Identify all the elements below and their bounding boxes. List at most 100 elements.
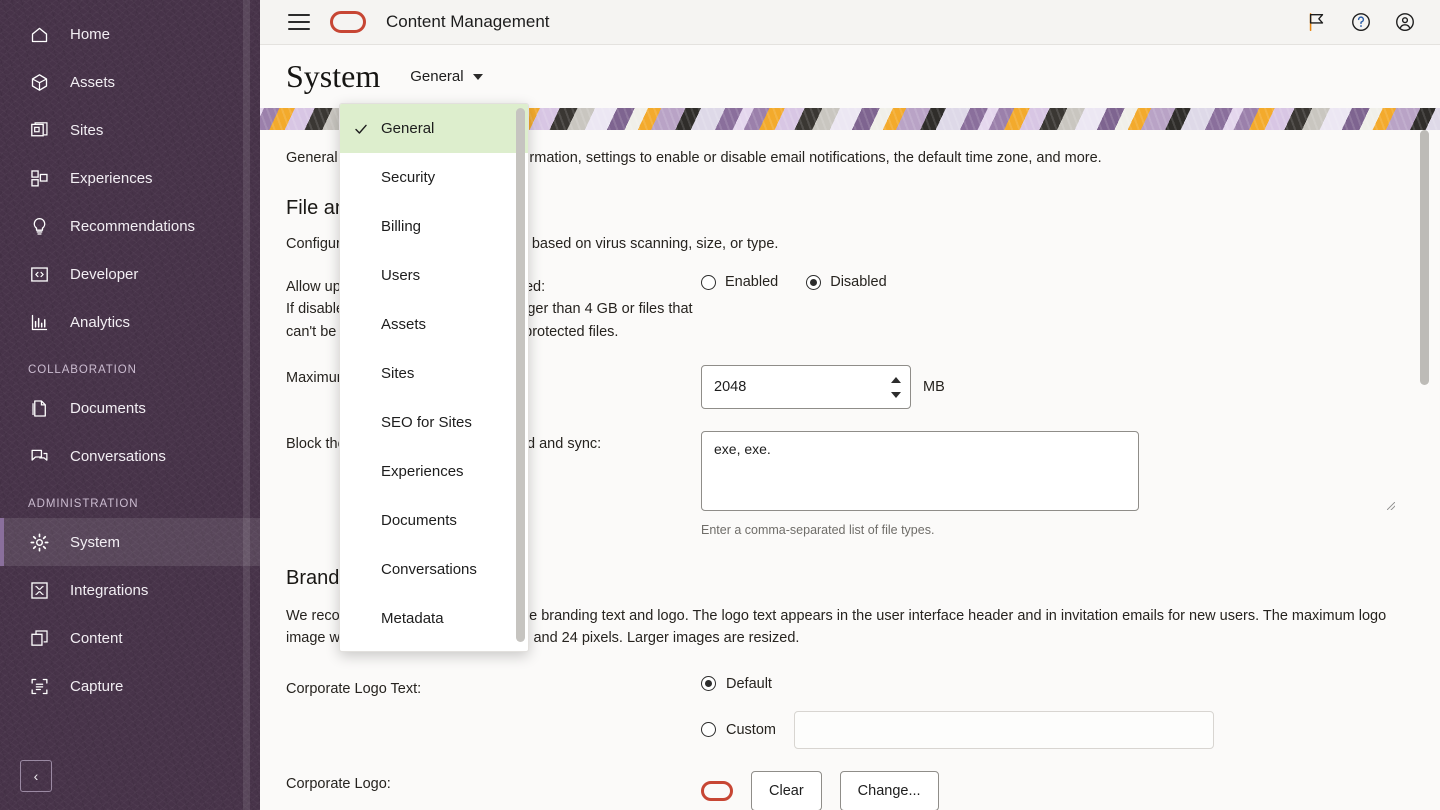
documents-icon [28, 397, 50, 419]
help-icon[interactable] [1350, 11, 1372, 33]
radio-default-label: Default [726, 675, 772, 692]
change-logo-button[interactable]: Change... [839, 770, 939, 810]
dropdown-item-label: General [381, 120, 435, 137]
radio-logo-text-default[interactable] [701, 676, 716, 692]
blocked-file-types-input[interactable] [701, 431, 1139, 512]
account-icon[interactable] [1394, 11, 1416, 33]
conversations-icon [28, 445, 50, 467]
stepper-arrows[interactable] [891, 366, 901, 408]
dropdown-item-documents[interactable]: Documents [340, 496, 528, 545]
main-scrollbar[interactable] [1414, 130, 1436, 810]
dropdown-scrollbar[interactable] [516, 108, 525, 649]
top-bar-actions [1306, 11, 1416, 33]
hamburger-bar [288, 14, 310, 16]
sidebar: Home Assets Sites Experiences Recommendation… [0, 0, 260, 810]
dropdown-item-label: Users [381, 267, 421, 284]
dropdown-item-label: Experiences [381, 463, 464, 480]
sidebar-item-documents[interactable]: Documents [0, 384, 260, 432]
dropdown-item-metadata[interactable]: Metadata [340, 594, 528, 643]
scope-dropdown-list: General Security Billing Users Assets Sites SE… [340, 104, 528, 643]
sidebar-item-label: Recommendations [70, 217, 196, 235]
hamburger-bar [288, 28, 310, 30]
sidebar-item-conversations[interactable]: Conversations [0, 432, 260, 480]
dropdown-item-security[interactable]: Security [340, 153, 528, 202]
sidebar-item-integrations[interactable]: Integrations [0, 566, 260, 614]
max-file-size-stepper[interactable]: 2048 [701, 365, 911, 410]
dropdown-item-label: SEO for Sites [381, 414, 472, 431]
dropdown-item-billing[interactable]: Billing [340, 202, 528, 251]
cube-icon [28, 71, 50, 93]
blocked-file-types-hint: Enter a comma-separated list of file typ… [701, 523, 935, 538]
virus-scan-radio-group: Enabled Disabled [701, 274, 1400, 290]
sidebar-item-label: Conversations [70, 447, 166, 465]
scope-dropdown-button[interactable]: General [410, 68, 483, 85]
corporate-logo-text-label: Corporate Logo Text: [286, 680, 422, 697]
dropdown-item-label: Sites [381, 365, 415, 382]
radio-option-enabled[interactable]: Enabled [701, 274, 778, 290]
dropdown-item-label: Security [381, 169, 436, 186]
sidebar-item-label: Home [70, 25, 111, 43]
chevron-down-icon [472, 73, 483, 80]
sidebar-nav: Home Assets Sites Experiences Recommendation… [0, 0, 260, 710]
sidebar-group-label: ADMINISTRATION [28, 498, 139, 510]
sidebar-item-label: Developer [70, 265, 139, 283]
corporate-logo-preview [701, 780, 733, 801]
sidebar-item-label: Analytics [70, 313, 131, 331]
stepper-up-icon[interactable] [891, 376, 901, 383]
sidebar-item-assets[interactable]: Assets [0, 58, 260, 106]
scope-dropdown-menu[interactable]: General Security Billing Users Assets Sites SE… [339, 103, 529, 652]
sidebar-item-home[interactable]: Home [0, 10, 260, 58]
dropdown-item-seo-for-sites[interactable]: SEO for Sites [340, 398, 528, 447]
corporate-logo-row: Corporate Logo: Clear Change... [286, 770, 1400, 810]
chart-icon [28, 311, 50, 333]
dropdown-item-label: Conversations [381, 561, 477, 578]
resize-grip-icon[interactable] [1387, 502, 1395, 511]
main-scrollbar-thumb[interactable] [1420, 130, 1429, 385]
radio-enabled[interactable] [701, 274, 716, 290]
oracle-logo[interactable] [330, 11, 366, 33]
custom-logo-text-input[interactable] [794, 710, 1214, 749]
sidebar-item-sites[interactable]: Sites [0, 106, 260, 154]
stepper-down-icon[interactable] [891, 391, 901, 398]
max-file-size-value[interactable]: 2048 [702, 379, 746, 395]
dropdown-item-conversations[interactable]: Conversations [340, 545, 528, 594]
sidebar-item-capture[interactable]: Capture [0, 662, 260, 710]
capture-icon [28, 675, 50, 697]
radio-option-disabled[interactable]: Disabled [806, 274, 887, 291]
page-title: System [286, 58, 381, 94]
sidebar-item-label: System [70, 533, 121, 551]
corporate-logo-label: Corporate Logo: [286, 775, 391, 792]
sidebar-item-label: Assets [70, 73, 116, 91]
dropdown-item-label: Billing [381, 218, 422, 235]
dropdown-item-users[interactable]: Users [340, 251, 528, 300]
dropdown-item-assets[interactable]: Assets [340, 300, 528, 349]
clear-logo-button[interactable]: Clear [751, 770, 822, 810]
flag-icon[interactable] [1306, 11, 1328, 33]
sidebar-item-developer[interactable]: Developer [0, 250, 260, 298]
radio-disabled-label: Disabled [830, 274, 887, 291]
sidebar-item-experiences[interactable]: Experiences [0, 154, 260, 202]
hamburger-bar [288, 21, 310, 23]
hamburger-icon[interactable] [288, 14, 310, 30]
logo-text-option-default[interactable]: Default [701, 676, 1400, 692]
sidebar-item-recommendations[interactable]: Recommendations [0, 202, 260, 250]
dropdown-item-experiences[interactable]: Experiences [340, 447, 528, 496]
radio-disabled[interactable] [806, 274, 822, 290]
code-icon [28, 263, 50, 285]
radio-logo-text-custom[interactable] [701, 722, 716, 738]
scope-dropdown-label: General [410, 68, 464, 85]
page-header: System General [260, 45, 1440, 108]
sidebar-item-system[interactable]: System [0, 518, 260, 566]
dropdown-item-general[interactable]: General [340, 104, 528, 153]
dropdown-item-sites[interactable]: Sites [340, 349, 528, 398]
sidebar-item-analytics[interactable]: Analytics [0, 298, 260, 346]
dropdown-scrollbar-thumb[interactable] [516, 108, 525, 642]
dropdown-item-label: Assets [381, 316, 427, 333]
sites-icon [28, 119, 50, 141]
sidebar-item-label: Sites [70, 121, 104, 139]
dropdown-item-label: Documents [381, 512, 457, 529]
sidebar-collapse-button[interactable]: ‹ [20, 760, 52, 792]
logo-text-option-custom[interactable]: Custom [701, 710, 1400, 749]
radio-enabled-label: Enabled [725, 274, 779, 291]
sidebar-item-content[interactable]: Content [0, 614, 260, 662]
